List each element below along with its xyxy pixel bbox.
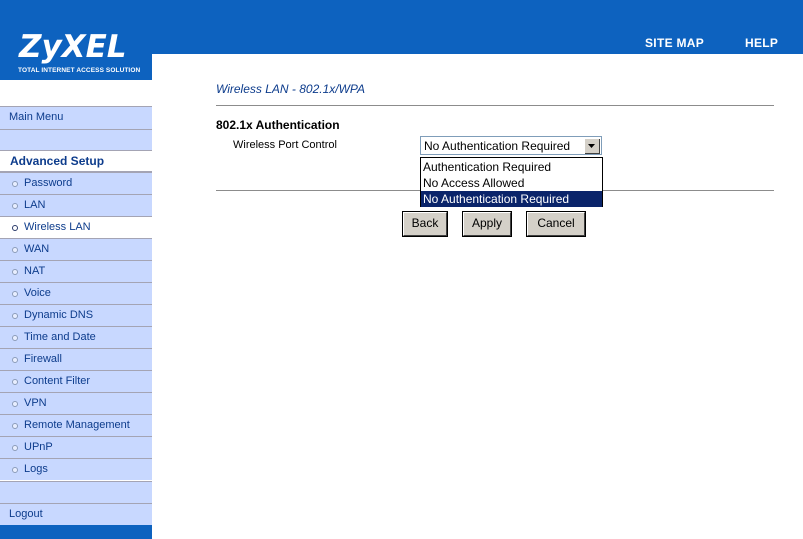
sidebar-footer bbox=[0, 525, 152, 539]
radio-bullet-icon bbox=[12, 269, 18, 275]
sidebar-item-label: Remote Management bbox=[24, 419, 130, 431]
sidebar-row-main-menu[interactable]: Main Menu bbox=[0, 106, 152, 129]
option-no-access-allowed[interactable]: No Access Allowed bbox=[421, 175, 602, 191]
radio-bullet-icon bbox=[12, 225, 18, 231]
radio-bullet-icon bbox=[12, 181, 18, 187]
sidebar-spacer bbox=[0, 129, 152, 150]
radio-bullet-icon bbox=[12, 423, 18, 429]
sidebar-item-dynamic-dns[interactable]: Dynamic DNS bbox=[0, 304, 152, 326]
radio-bullet-icon bbox=[12, 335, 18, 341]
radio-bullet-icon bbox=[12, 357, 18, 363]
apply-button[interactable]: Apply bbox=[463, 212, 511, 236]
radio-bullet-icon bbox=[12, 401, 18, 407]
radio-bullet-icon bbox=[12, 203, 18, 209]
sidebar-item-nat[interactable]: NAT bbox=[0, 260, 152, 282]
top-banner bbox=[0, 0, 803, 28]
sidebar-row-logout[interactable]: Logout bbox=[0, 503, 152, 525]
sidebar-item-logs[interactable]: Logs bbox=[0, 458, 152, 480]
sidebar-item-label: Dynamic DNS bbox=[24, 309, 94, 321]
logo-tagline: TOTAL INTERNET ACCESS SOLUTION bbox=[18, 67, 141, 74]
sidebar-item-content-filter[interactable]: Content Filter bbox=[0, 370, 152, 392]
zyxel-logo: ZyXEL bbox=[19, 29, 127, 65]
sidebar-item-label: Password bbox=[24, 177, 73, 189]
chevron-down-icon[interactable] bbox=[584, 138, 600, 154]
divider-top bbox=[216, 105, 774, 107]
sidebar-item-voice[interactable]: Voice bbox=[0, 282, 152, 304]
cancel-button[interactable]: Cancel bbox=[527, 212, 585, 236]
main-menu-link[interactable]: Main Menu bbox=[9, 111, 63, 123]
sidebar-item-label: Voice bbox=[24, 287, 51, 299]
sidebar-item-time-and-date[interactable]: Time and Date bbox=[0, 326, 152, 348]
back-button[interactable]: Back bbox=[403, 212, 447, 236]
port-control-dropdown-list: Authentication Required No Access Allowe… bbox=[420, 157, 603, 207]
radio-bullet-icon bbox=[12, 247, 18, 253]
sidebar-item-firewall[interactable]: Firewall bbox=[0, 348, 152, 370]
sidebar-item-label: LAN bbox=[24, 199, 46, 211]
advanced-setup-header: Advanced Setup bbox=[0, 150, 152, 172]
sidebar-item-label: Logs bbox=[24, 463, 48, 475]
wireless-port-control-label: Wireless Port Control bbox=[233, 139, 337, 151]
radio-bullet-icon bbox=[12, 445, 18, 451]
sidebar-item-label: Time and Date bbox=[24, 331, 96, 343]
sidebar-item-label: WAN bbox=[24, 243, 50, 255]
sidebar-item-wan[interactable]: WAN bbox=[0, 238, 152, 260]
option-authentication-required[interactable]: Authentication Required bbox=[421, 159, 602, 175]
sidebar-spacer-bottom bbox=[0, 481, 152, 503]
option-no-authentication-required[interactable]: No Authentication Required bbox=[421, 191, 602, 207]
sidebar-item-label: UPnP bbox=[24, 441, 53, 453]
sidebar-item-label: NAT bbox=[24, 265, 46, 277]
sidebar-item-label: Wireless LAN bbox=[24, 221, 91, 233]
radio-bullet-icon bbox=[12, 313, 18, 319]
sidebar-item-vpn[interactable]: VPN bbox=[0, 392, 152, 414]
radio-bullet-icon bbox=[12, 467, 18, 473]
sidebar: Main Menu Advanced Setup Password LAN Wire… bbox=[0, 80, 152, 539]
section-title: 802.1x Authentication bbox=[216, 118, 340, 132]
help-link[interactable]: HELP bbox=[745, 36, 778, 50]
page-title: Wireless LAN - 802.1x/WPA bbox=[216, 82, 366, 96]
sidebar-item-lan[interactable]: LAN bbox=[0, 194, 152, 216]
sidebar-item-wireless-lan[interactable]: Wireless LAN bbox=[0, 216, 152, 238]
sidebar-item-remote-management[interactable]: Remote Management bbox=[0, 414, 152, 436]
radio-bullet-icon bbox=[12, 379, 18, 385]
sidebar-item-label: Content Filter bbox=[24, 375, 91, 387]
advanced-setup-label: Advanced Setup bbox=[10, 154, 105, 168]
radio-bullet-icon bbox=[12, 291, 18, 297]
select-value: No Authentication Required bbox=[424, 139, 571, 153]
header-bar bbox=[152, 28, 803, 54]
sidebar-item-upnp[interactable]: UPnP bbox=[0, 436, 152, 458]
site-map-link[interactable]: SITE MAP bbox=[645, 36, 704, 50]
logout-link[interactable]: Logout bbox=[9, 508, 43, 520]
sidebar-item-label: Firewall bbox=[24, 353, 62, 365]
wireless-port-control-select[interactable]: No Authentication Required bbox=[420, 136, 602, 155]
sidebar-item-label: VPN bbox=[24, 397, 47, 409]
sidebar-item-password[interactable]: Password bbox=[0, 172, 152, 194]
